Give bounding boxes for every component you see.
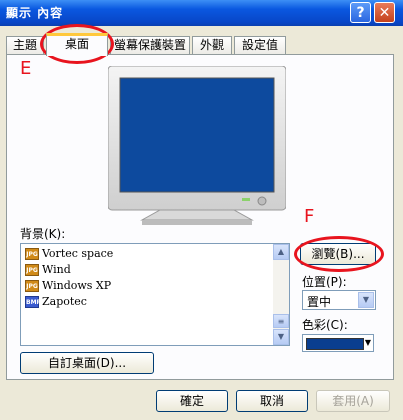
position-select[interactable]: 置中 ▼ bbox=[302, 290, 376, 310]
scroll-down-icon[interactable]: ▼ bbox=[273, 329, 289, 345]
cancel-button[interactable]: 取消 bbox=[236, 390, 308, 412]
customize-desktop-button[interactable]: 自訂桌面(D)... bbox=[20, 352, 154, 374]
tab-screensaver[interactable]: 螢幕保護裝置 bbox=[110, 36, 190, 54]
bmp-file-icon: BMP bbox=[25, 296, 41, 308]
jpg-file-icon: JPG bbox=[25, 280, 39, 292]
position-value: 置中 bbox=[307, 295, 332, 309]
list-item[interactable]: BMPZapotec bbox=[25, 294, 87, 310]
vertical-scrollbar[interactable]: ▲ ≡ ▼ bbox=[273, 244, 289, 345]
position-label: 位置(P): bbox=[302, 275, 347, 289]
color-picker[interactable]: ▼ bbox=[302, 334, 374, 352]
apply-button[interactable]: 套用(A) bbox=[316, 390, 390, 412]
help-button[interactable]: ? bbox=[350, 2, 371, 23]
scroll-up-icon[interactable]: ▲ bbox=[273, 244, 289, 260]
monitor-preview bbox=[108, 66, 286, 225]
list-item[interactable]: JPG Wind bbox=[25, 262, 71, 278]
scroll-thumb[interactable]: ≡ bbox=[273, 314, 289, 328]
background-label: 背景(K): bbox=[20, 227, 66, 241]
annotation-f: F bbox=[304, 206, 315, 227]
tab-appearance[interactable]: 外觀 bbox=[192, 36, 232, 54]
tab-desktop[interactable]: 桌面 bbox=[46, 33, 108, 56]
close-button[interactable]: ✕ bbox=[374, 2, 395, 23]
list-item[interactable]: JPG Windows XP bbox=[25, 278, 111, 294]
tab-settings[interactable]: 設定值 bbox=[234, 36, 286, 54]
title-bar: 顯示 內容 ? ✕ bbox=[0, 0, 403, 26]
annotation-circle-browse bbox=[294, 236, 384, 272]
color-label: 色彩(C): bbox=[302, 318, 348, 332]
jpg-file-icon: JPG bbox=[25, 264, 39, 276]
tab-themes[interactable]: 主題 bbox=[6, 36, 44, 54]
ok-button[interactable]: 確定 bbox=[156, 390, 228, 412]
jpg-file-icon: JPG bbox=[25, 248, 39, 260]
annotation-e: E bbox=[20, 58, 32, 79]
chevron-down-icon[interactable]: ▼ bbox=[358, 292, 374, 308]
color-swatch bbox=[306, 338, 364, 350]
window-title: 顯示 內容 bbox=[6, 6, 64, 20]
chevron-down-icon[interactable]: ▼ bbox=[365, 338, 371, 347]
background-list[interactable]: JPG Vortec space JPG Wind JPG Windows XP BM… bbox=[20, 243, 290, 346]
list-item[interactable]: JPG Vortec space bbox=[25, 246, 113, 262]
